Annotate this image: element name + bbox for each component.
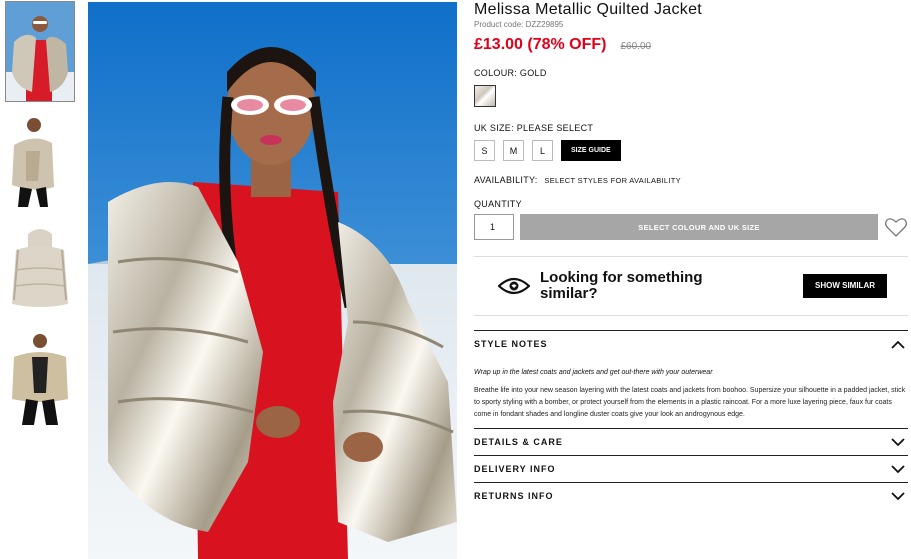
chevron-down-icon [891,492,905,501]
colour-label-text: COLOUR: [474,68,518,78]
returns-info-title: RETURNS INFO [474,491,554,502]
show-similar-button[interactable]: SHOW SIMILAR [803,273,887,298]
details-care-header[interactable]: DETAILS & CARE [474,428,908,455]
size-button-l[interactable]: L [532,140,553,161]
thumbnail-image [6,220,74,319]
colour-label: COLOUR: GOLD [474,68,908,78]
style-notes-intro: Wrap up in the latest coats and jackets … [474,369,713,376]
quantity-label: QUANTITY [474,199,522,209]
thumbnail-1[interactable] [5,1,75,102]
thumbnail-3[interactable] [6,220,74,319]
details-care-title: DETAILS & CARE [474,437,563,448]
divider [474,315,908,316]
chevron-down-icon [891,438,905,447]
size-button-m[interactable]: M [503,140,524,161]
divider [474,256,908,257]
availability: AVAILABILITY: SELECT STYLES FOR AVAILABI… [474,175,908,185]
size-guide-button[interactable]: SIZE GUIDE [561,140,621,161]
colour-swatch-gold[interactable] [474,85,496,107]
style-notes-header[interactable]: STYLE NOTES [474,330,908,357]
availability-value: SELECT STYLES FOR AVAILABILITY [544,176,681,185]
thumbnail-image [6,111,74,210]
thumbnail-list [5,1,75,438]
returns-info-header[interactable]: RETURNS INFO [474,482,908,509]
add-to-bag-button[interactable]: SELECT COLOUR AND UK SIZE [520,214,878,240]
chevron-up-icon [891,340,905,349]
model-photo [88,2,457,559]
delivery-info-header[interactable]: DELIVERY INFO [474,455,908,482]
availability-label: AVAILABILITY: [474,175,538,185]
style-notes-title: STYLE NOTES [474,339,548,349]
size-label: UK SIZE: PLEASE SELECT [474,123,908,133]
eye-icon [498,277,530,294]
price-row: £13.00 (78% OFF) £60.00 [474,36,908,54]
chevron-down-icon [891,465,905,474]
thumbnail-image [6,329,74,428]
heart-icon[interactable] [884,215,908,239]
find-similar-banner: Looking for something similar? SHOW SIMI… [474,269,908,302]
original-price: £60.00 [620,41,652,52]
product-details: Melissa Metallic Quilted Jacket Product … [474,0,908,509]
quantity-row: 1 SELECT COLOUR AND UK SIZE [474,214,908,240]
size-label-text: UK SIZE: [474,123,514,133]
thumbnail-4[interactable] [6,329,74,428]
current-price: £13.00 (78% OFF) [474,36,607,53]
colour-value: GOLD [519,68,547,78]
size-options: S M L SIZE GUIDE [474,140,908,161]
thumbnail-image [6,2,74,101]
size-button-s[interactable]: S [474,140,495,161]
main-product-image[interactable] [88,2,457,559]
delivery-info-title: DELIVERY INFO [474,464,556,475]
product-title: Melissa Metallic Quilted Jacket [474,1,703,18]
thumbnail-2[interactable] [6,111,74,210]
style-notes-body: Breathe life into your new season layeri… [474,387,906,418]
product-code: Product code: DZZ29895 [474,20,564,29]
quantity-input[interactable]: 1 [474,214,514,240]
similar-text: Looking for something similar? [540,268,703,302]
size-value: PLEASE SELECT [516,123,594,133]
